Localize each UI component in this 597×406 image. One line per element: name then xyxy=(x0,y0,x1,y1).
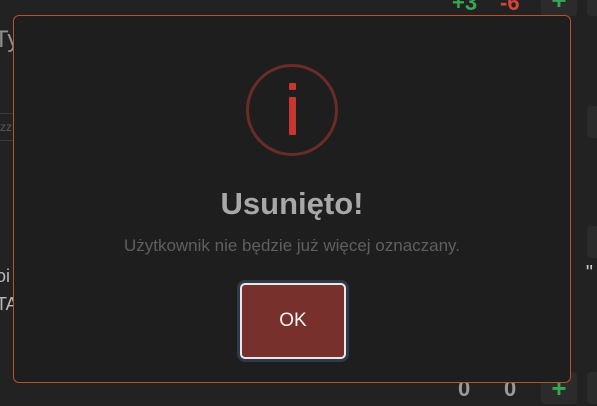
alert-dialog: Usunięto! Użytkownik nie będzie już więc… xyxy=(13,15,571,383)
info-icon xyxy=(246,64,338,156)
dialog-title: Usunięto! xyxy=(220,186,364,221)
positive-counter: +3 xyxy=(452,0,478,15)
side-button-lower[interactable] xyxy=(587,226,597,258)
info-icon-dot xyxy=(289,83,296,90)
background-quote: " xyxy=(585,262,593,284)
ok-button[interactable]: OK xyxy=(240,283,346,359)
negative-counter: -6 xyxy=(500,0,520,15)
side-button-top[interactable] xyxy=(587,0,597,16)
plus-icon: + xyxy=(551,0,566,16)
plus-button-top[interactable]: + xyxy=(541,0,577,16)
background-text-line-1: oi xyxy=(0,266,11,286)
side-button-middle[interactable] xyxy=(587,106,597,138)
info-icon-bar xyxy=(289,97,296,135)
dialog-message: Użytkownik nie będzie już więcej oznacza… xyxy=(123,236,461,255)
side-button-bottom[interactable] xyxy=(587,372,597,404)
page: Ty +3 -6 + zz oi TA " 0 0 + Usunięto! Uż… xyxy=(0,0,597,406)
background-input-placeholder: zz xyxy=(0,120,12,134)
